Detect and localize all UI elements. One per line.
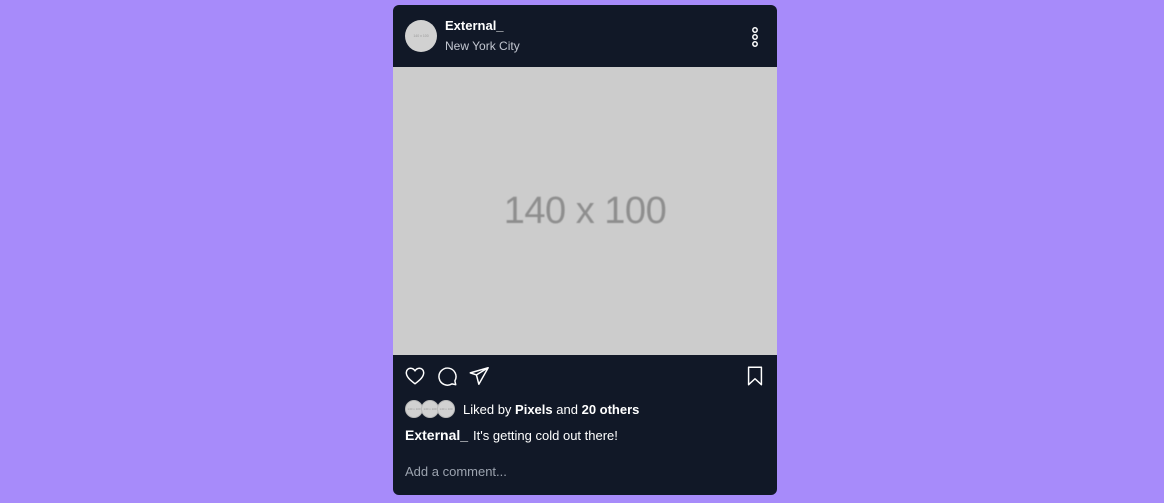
liked-by-prefix: Liked by bbox=[463, 401, 512, 417]
comment-button[interactable] bbox=[436, 365, 458, 387]
post-actions bbox=[393, 355, 777, 397]
user-info: External_ New York City bbox=[445, 18, 520, 54]
more-options-button[interactable] bbox=[747, 26, 763, 48]
likes-text[interactable]: Liked by Pixels and 20 others bbox=[463, 402, 639, 417]
likes-summary: 140 x 100 140 x 100 140 x 100 Liked by P… bbox=[405, 400, 639, 418]
liked-by-others[interactable]: 20 others bbox=[582, 402, 640, 417]
save-button[interactable] bbox=[744, 365, 766, 387]
liker-avatars[interactable]: 140 x 100 140 x 100 140 x 100 bbox=[405, 400, 455, 418]
like-button[interactable] bbox=[404, 365, 426, 387]
bookmark-icon bbox=[747, 366, 763, 386]
liked-by-user[interactable]: Pixels bbox=[515, 402, 553, 417]
share-button[interactable] bbox=[468, 365, 490, 387]
post-card: 140 x 100 External_ New York City 140 x … bbox=[393, 5, 777, 495]
liked-by-and: and bbox=[556, 401, 578, 417]
comment-input[interactable] bbox=[405, 459, 765, 483]
caption-text: It's getting cold out there! bbox=[473, 428, 618, 443]
liker-avatar[interactable]: 140 x 100 bbox=[437, 400, 455, 418]
image-placeholder-text: 140 x 100 bbox=[503, 189, 667, 232]
caption-username[interactable]: External_ bbox=[405, 427, 468, 443]
post-image[interactable]: 140 x 100 bbox=[393, 67, 777, 355]
more-vertical-icon bbox=[752, 27, 758, 47]
location[interactable]: New York City bbox=[445, 38, 520, 54]
username[interactable]: External_ bbox=[445, 18, 520, 34]
post-caption: External_ It's getting cold out there! bbox=[405, 427, 618, 443]
send-icon bbox=[469, 367, 489, 385]
comment-icon bbox=[438, 367, 457, 386]
heart-icon bbox=[405, 367, 425, 385]
post-header: 140 x 100 External_ New York City bbox=[393, 5, 777, 67]
comment-box bbox=[393, 459, 777, 483]
avatar-placeholder-text: 140 x 100 bbox=[413, 34, 429, 38]
avatar[interactable]: 140 x 100 bbox=[405, 20, 437, 52]
